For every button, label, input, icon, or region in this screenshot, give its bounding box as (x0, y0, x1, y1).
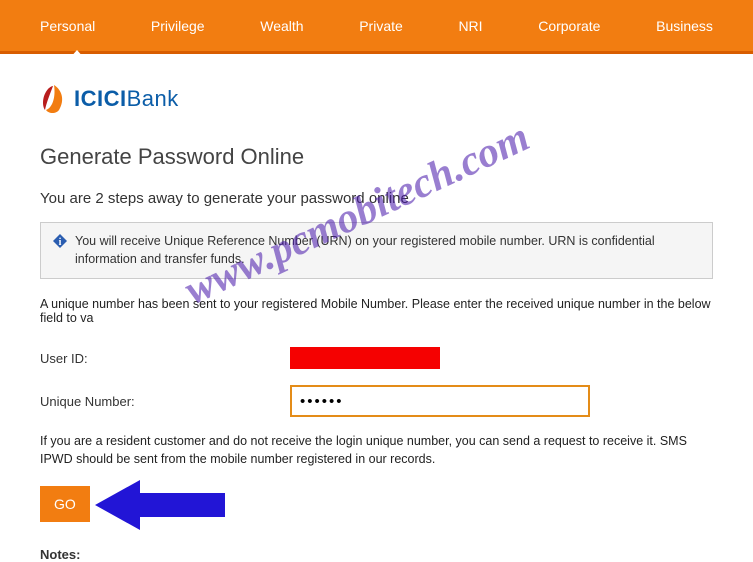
bank-logo-text: ICICIBank (74, 86, 179, 112)
instruction-text: A unique number has been sent to your re… (40, 297, 713, 325)
user-id-value-redacted (290, 347, 440, 369)
top-nav: Personal Privilege Wealth Private NRI Co… (0, 0, 753, 54)
nav-item-personal[interactable]: Personal (30, 18, 105, 34)
info-icon: i (53, 234, 67, 248)
help-text: If you are a resident customer and do no… (40, 433, 713, 468)
svg-text:i: i (59, 237, 62, 248)
active-tab-indicator-icon (70, 50, 84, 58)
page-subtitle: You are 2 steps away to generate your pa… (40, 190, 713, 207)
bank-logo: ICICIBank (40, 84, 713, 114)
nav-item-nri[interactable]: NRI (448, 18, 492, 34)
main-content: ICICIBank Generate Password Online You a… (0, 54, 753, 562)
user-id-row: User ID: (40, 347, 713, 369)
nav-item-wealth[interactable]: Wealth (250, 18, 313, 34)
nav-item-business[interactable]: Business (646, 18, 723, 34)
unique-number-label: Unique Number: (40, 394, 290, 409)
unique-number-input[interactable] (290, 385, 590, 417)
go-button[interactable]: GO (40, 486, 90, 522)
page-title: Generate Password Online (40, 144, 713, 170)
bank-logo-icon (40, 84, 68, 114)
nav-item-privilege[interactable]: Privilege (141, 18, 215, 34)
info-text: You will receive Unique Reference Number… (75, 233, 700, 268)
user-id-label: User ID: (40, 351, 290, 366)
nav-item-corporate[interactable]: Corporate (528, 18, 610, 34)
unique-number-row: Unique Number: (40, 385, 713, 417)
nav-item-private[interactable]: Private (349, 18, 413, 34)
info-box: i You will receive Unique Reference Numb… (40, 222, 713, 279)
notes-heading: Notes: (40, 547, 713, 562)
